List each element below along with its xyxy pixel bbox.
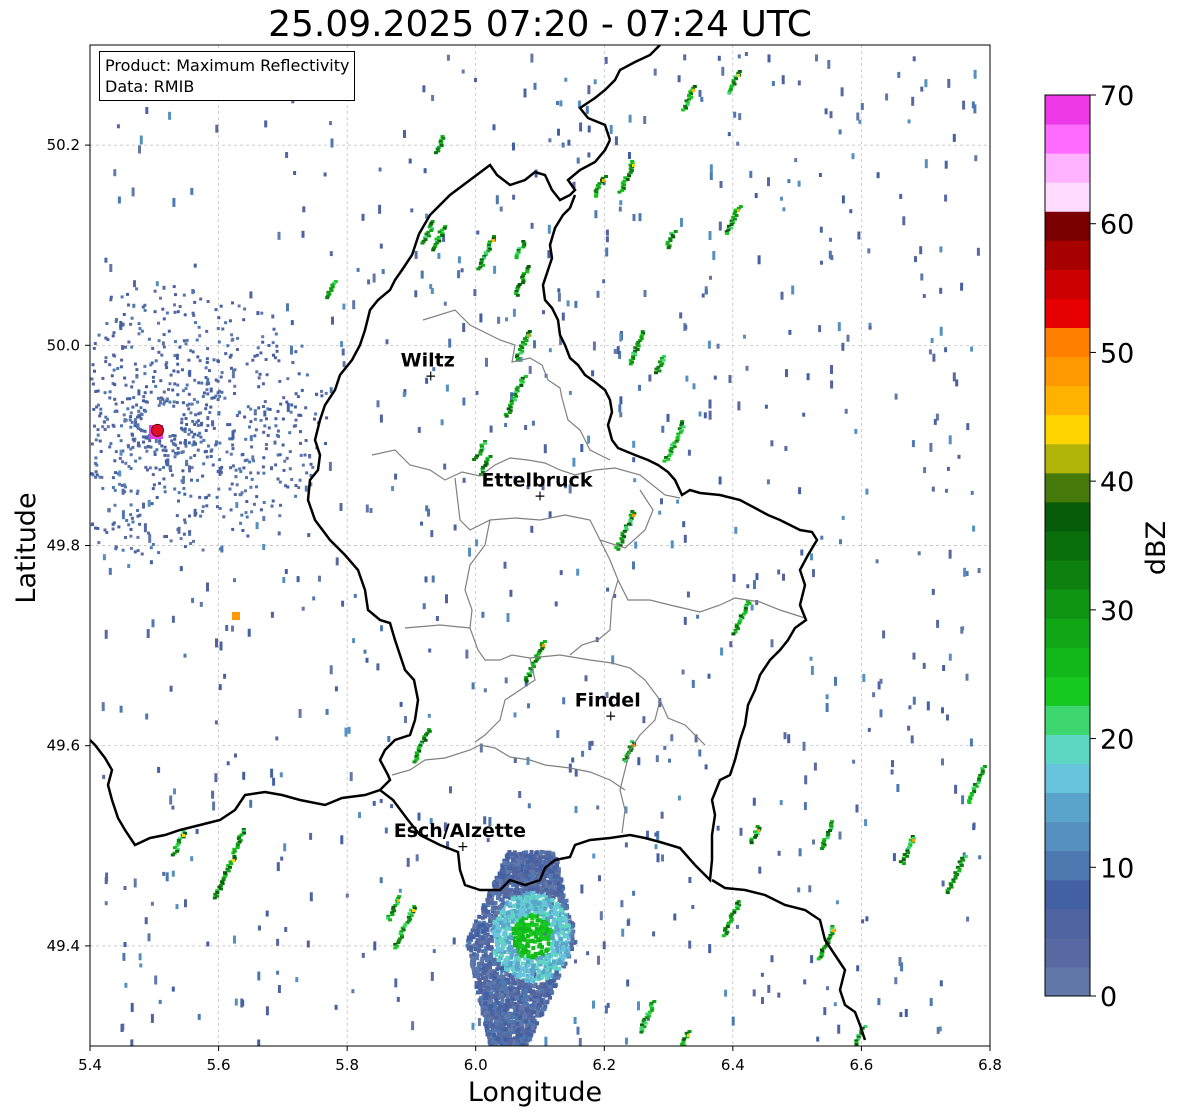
colorbar-segment — [1045, 327, 1090, 358]
colorbar-segment — [1045, 211, 1090, 241]
colorbar-segment — [1045, 182, 1090, 212]
y-tick-label: 49.8 — [47, 537, 80, 555]
colorbar-tick-label: 0 — [1100, 982, 1117, 1013]
colorbar-tick-label: 20 — [1100, 725, 1134, 756]
colorbar-segment — [1045, 676, 1090, 706]
colorbar-segment — [1045, 95, 1090, 125]
x-tick-label: 5.4 — [78, 1056, 102, 1074]
colorbar-segment — [1045, 472, 1090, 503]
x-tick-label: 6.8 — [978, 1056, 1002, 1074]
colorbar-segment — [1045, 356, 1090, 387]
colorbar-segment — [1045, 705, 1090, 735]
x-tick-label: 5.8 — [335, 1056, 359, 1074]
city-label: Esch/Alzette — [394, 820, 526, 842]
colorbar-segment — [1045, 589, 1090, 619]
colorbar-segment — [1045, 385, 1090, 416]
colorbar-segment — [1045, 734, 1090, 764]
colorbar-segment — [1045, 821, 1090, 852]
x-tick-label: 5.6 — [207, 1056, 231, 1074]
colorbar-segment — [1045, 298, 1090, 329]
y-axis-ticks: 49.4 49.6 49.8 50.0 50.2 — [47, 136, 90, 955]
city-label: Findel — [575, 690, 641, 712]
radar-site-marker — [149, 423, 164, 439]
x-tick-label: 6.4 — [721, 1056, 745, 1074]
colorbar-segment — [1045, 269, 1090, 299]
colorbar-segment — [1045, 966, 1090, 997]
x-axis-ticks: 5.4 5.6 5.8 6.0 6.2 6.4 6.6 6.8 — [78, 1046, 1002, 1074]
colorbar-segment — [1045, 560, 1090, 590]
x-tick-label: 6.6 — [849, 1056, 873, 1074]
product-info-box: Product: Maximum Reflectivity Data: RMIB — [99, 51, 356, 101]
y-axis-label: Latitude — [11, 492, 42, 603]
x-axis-label: Longitude — [468, 1077, 602, 1108]
colorbar-segment — [1045, 647, 1090, 677]
x-tick-label: 6.2 — [592, 1056, 616, 1074]
radar-map-figure: 5.4 5.6 5.8 6.0 6.2 6.4 6.6 6.8 49.4 49.6 49.8 50.… — [11, 44, 1172, 1108]
colorbar-tick-label: 30 — [1100, 596, 1134, 627]
colorbar-segment — [1045, 908, 1090, 939]
colorbar-segment — [1045, 937, 1090, 968]
data-source-line: Data: RMIB — [105, 77, 195, 96]
colorbar-label: dBZ — [1141, 521, 1172, 575]
city-label: Wiltz — [401, 349, 455, 371]
product-line: Product: Maximum Reflectivity — [105, 56, 350, 75]
colorbar-segment — [1045, 501, 1090, 532]
colorbar-segment — [1045, 879, 1090, 910]
y-tick-label: 49.6 — [47, 737, 80, 755]
colorbar-tick-label: 60 — [1100, 210, 1134, 241]
y-tick-label: 49.4 — [47, 937, 80, 955]
x-tick-label: 6.0 — [464, 1056, 488, 1074]
colorbar-segment — [1045, 153, 1090, 183]
colorbar-tick-label: 70 — [1100, 81, 1134, 112]
colorbar-segment — [1045, 240, 1090, 270]
y-tick-label: 50.0 — [47, 336, 80, 354]
city-label: Ettelbruck — [482, 469, 593, 491]
colorbar-tick-label: 10 — [1100, 853, 1134, 884]
colorbar-ticks: 0 10 20 30 40 50 60 70 — [1090, 81, 1134, 1013]
colorbar-segment — [1045, 530, 1090, 561]
colorbar-tick-label: 50 — [1100, 338, 1134, 369]
colorbar-segment — [1045, 443, 1090, 474]
y-tick-label: 50.2 — [47, 136, 80, 154]
colorbar-segment — [1045, 850, 1090, 881]
colorbar-segment — [1045, 124, 1090, 154]
colorbar-segment — [1045, 763, 1090, 794]
colorbar-segment — [1045, 792, 1090, 823]
colorbar-segment — [1045, 618, 1090, 648]
colorbar — [1045, 95, 1090, 997]
colorbar-segment — [1045, 414, 1090, 445]
colorbar-tick-label: 40 — [1100, 467, 1134, 498]
